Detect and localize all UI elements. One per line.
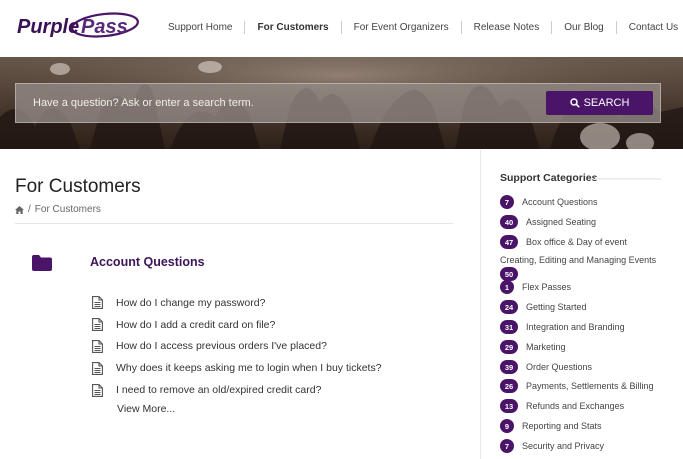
breadcrumb: / For Customers [15, 204, 101, 215]
category-link[interactable]: Reporting and Stats [522, 421, 602, 431]
category-item[interactable]: 29 Marketing [500, 340, 566, 354]
list-item: Why does it keeps asking me to login whe… [92, 357, 382, 379]
category-count-badge: 24 [500, 300, 518, 314]
nav-separator [244, 21, 246, 34]
category-item[interactable]: 7 Security and Privacy [500, 439, 604, 453]
category-count-badge: 26 [500, 379, 518, 393]
list-item: How do I access previous orders I've pla… [92, 336, 382, 358]
category-item[interactable]: 31 Integration and Branding [500, 320, 625, 334]
sidebar-title-underline [595, 178, 661, 180]
category-link[interactable]: Box office & Day of event [526, 237, 627, 247]
article-link[interactable]: I need to remove an old/expired credit c… [116, 384, 321, 396]
category-item[interactable]: 39 Order Questions [500, 360, 592, 374]
document-icon [92, 296, 103, 310]
category-count-badge: 29 [500, 340, 518, 354]
category-link[interactable]: Marketing [526, 342, 566, 352]
search-bar: SEARCH [15, 83, 661, 123]
category-count-badge: 7 [500, 195, 514, 209]
svg-text:Purple: Purple [17, 16, 79, 38]
title-divider [15, 223, 453, 224]
category-item[interactable]: 24 Getting Started [500, 300, 587, 314]
search-icon [569, 98, 580, 108]
nav-separator [340, 21, 342, 34]
category-link[interactable]: Getting Started [526, 302, 587, 312]
category-link[interactable]: Assigned Seating [526, 217, 596, 227]
category-link[interactable]: Refunds and Exchanges [526, 401, 624, 411]
category-count-badge: 1 [500, 280, 514, 294]
category-count-badge: 13 [500, 399, 518, 413]
category-item[interactable]: 47 Box office & Day of event [500, 235, 627, 249]
category-link[interactable]: Security and Privacy [522, 441, 604, 451]
article-link[interactable]: Why does it keeps asking me to login whe… [116, 362, 382, 374]
article-link[interactable]: How do I add a credit card on file? [116, 319, 275, 331]
category-link[interactable]: Flex Passes [522, 282, 571, 292]
category-count-badge: 31 [500, 320, 518, 334]
nav-release-notes[interactable]: Release Notes [474, 22, 540, 33]
svg-text:Pass: Pass [81, 16, 128, 38]
nav-separator [615, 21, 617, 34]
support-categories-sidebar: Support Categories 7 Account Questions 4… [480, 150, 683, 459]
category-count-badge: 40 [500, 215, 518, 229]
page-title: For Customers [15, 176, 141, 197]
list-item: How do I add a credit card on file? [92, 314, 382, 336]
document-icon [92, 361, 103, 375]
category-link[interactable]: Creating, Editing and Managing Events [500, 255, 656, 265]
category-item[interactable]: 40 Assigned Seating [500, 215, 596, 229]
category-count-badge: 9 [500, 419, 514, 433]
category-link[interactable]: Payments, Settlements & Billing [526, 381, 654, 391]
nav-for-customers[interactable]: For Customers [257, 22, 328, 33]
article-link[interactable]: How do I change my password? [116, 297, 265, 309]
search-button[interactable]: SEARCH [546, 91, 653, 115]
article-link[interactable]: How do I access previous orders I've pla… [116, 340, 327, 352]
category-link[interactable]: Order Questions [526, 362, 592, 372]
category-link[interactable]: Account Questions [522, 197, 598, 207]
category-count-badge: 39 [500, 360, 518, 374]
document-icon [92, 318, 103, 332]
document-icon [92, 383, 103, 397]
list-item: How do I change my password? [92, 292, 382, 314]
article-list: How do I change my password? How do I ad… [92, 292, 382, 401]
nav-for-event-organizers[interactable]: For Event Organizers [354, 22, 449, 33]
home-icon[interactable] [15, 205, 24, 214]
category-item[interactable]: 50 [500, 267, 518, 281]
nav-our-blog[interactable]: Our Blog [564, 22, 603, 33]
category-item[interactable]: 7 Account Questions [500, 195, 598, 209]
category-item[interactable]: 1 Flex Passes [500, 280, 571, 294]
category-item[interactable]: 9 Reporting and Stats [500, 419, 602, 433]
breadcrumb-separator: / [28, 204, 31, 215]
hero-banner: SEARCH [0, 57, 683, 149]
site-header: Purple Pass Support Home For Customers F… [0, 0, 683, 57]
category-link[interactable]: Integration and Branding [526, 322, 625, 332]
search-input[interactable] [16, 84, 536, 122]
category-count-badge: 47 [500, 235, 518, 249]
folder-icon [32, 255, 52, 271]
view-more-link[interactable]: View More... [117, 403, 175, 415]
nav-support-home[interactable]: Support Home [168, 22, 232, 33]
nav-separator [551, 21, 553, 34]
category-item[interactable]: 26 Payments, Settlements & Billing [500, 379, 654, 393]
category-count-badge: 7 [500, 439, 514, 453]
nav-separator [460, 21, 462, 34]
category-count-badge: 50 [500, 267, 518, 281]
search-button-label: SEARCH [583, 97, 630, 109]
main-nav: Support Home For Customers For Event Org… [168, 21, 678, 34]
list-item: I need to remove an old/expired credit c… [92, 379, 382, 401]
section-title-account-questions[interactable]: Account Questions [90, 255, 205, 269]
document-icon [92, 340, 103, 353]
purplepass-logo[interactable]: Purple Pass [15, 10, 143, 42]
sidebar-title: Support Categories [500, 172, 598, 184]
breadcrumb-current: For Customers [34, 204, 101, 215]
nav-contact-us[interactable]: Contact Us [629, 22, 678, 33]
category-item[interactable]: 13 Refunds and Exchanges [500, 399, 624, 413]
